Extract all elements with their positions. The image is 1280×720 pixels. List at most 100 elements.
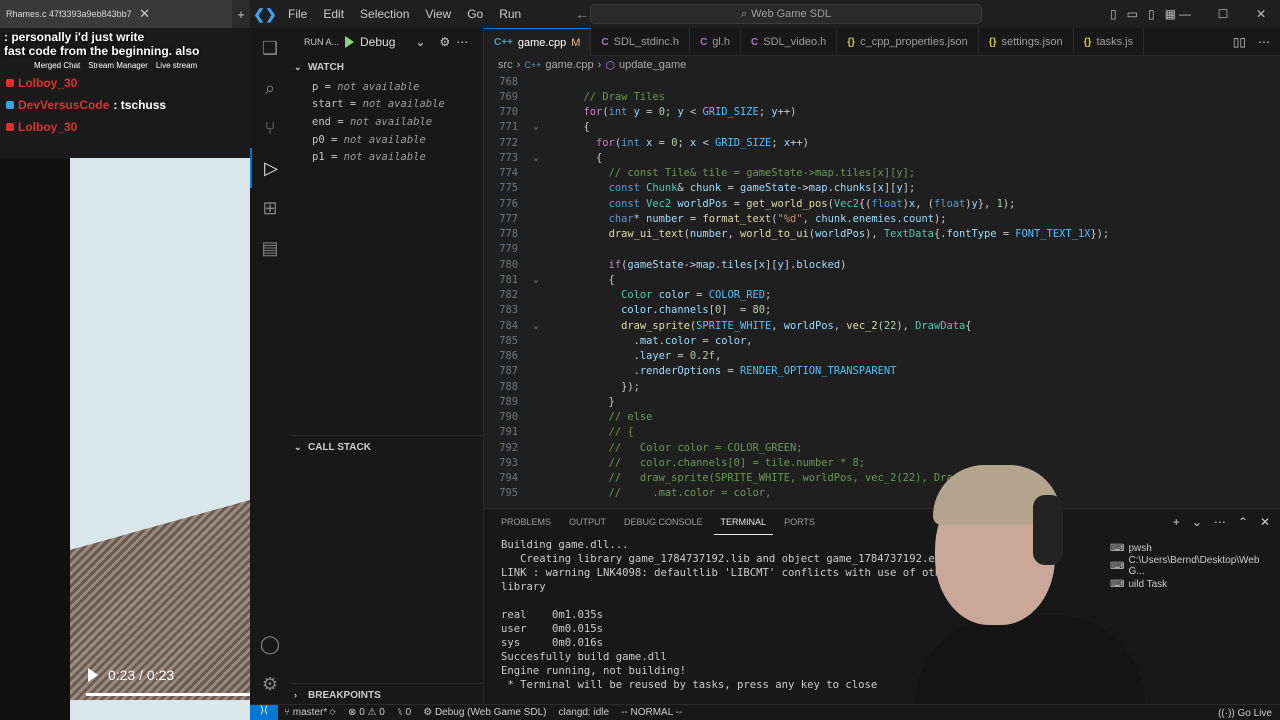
merged-chat-link[interactable]: Merged Chat <box>34 61 80 70</box>
toggle-sidebar-icon[interactable]: ▯ <box>1110 7 1117 21</box>
code-line[interactable]: 780 if(gameState->map.tiles[x][y].blocke… <box>484 257 1280 272</box>
fold-chevron-icon[interactable]: ⌄ <box>526 321 546 331</box>
code-line[interactable]: 776 const Vec2 worldPos = get_world_pos(… <box>484 196 1280 211</box>
golive-button[interactable]: ((·)) Go Live <box>1218 708 1272 719</box>
git-branch[interactable]: ⑂ master* ⟳ <box>278 707 342 718</box>
breadcrumb-file[interactable]: game.cpp <box>545 59 593 71</box>
breadcrumb-symbol[interactable]: update_game <box>619 59 686 71</box>
code-line[interactable]: 773 ⌄ { <box>484 150 1280 165</box>
breadcrumb-folder[interactable]: src <box>498 59 513 71</box>
close-window-icon[interactable]: ✕ <box>1242 7 1280 21</box>
code-line[interactable]: 772 for(int x = 0; x < GRID_SIZE; x++) <box>484 135 1280 150</box>
menu-selection[interactable]: Selection <box>352 7 417 21</box>
code-line[interactable]: 789 } <box>484 394 1280 409</box>
panel-tab[interactable]: PROBLEMS <box>494 509 558 535</box>
minimize-icon[interactable]: — <box>1166 7 1204 21</box>
start-debugging-icon[interactable] <box>345 36 355 48</box>
code-line[interactable]: 774 // const Tile& tile = gameState->map… <box>484 166 1280 181</box>
toggle-panel-icon[interactable]: ▭ <box>1127 7 1138 21</box>
editor-tab[interactable]: {} tasks.js <box>1074 28 1145 56</box>
watch-item[interactable]: p1 = not available <box>290 148 483 166</box>
code-line[interactable]: 787 .renderOptions = RENDER_OPTION_TRANS… <box>484 364 1280 379</box>
code-line[interactable]: 771 ⌄ { <box>484 120 1280 135</box>
editor-tab[interactable]: C SDL_stdinc.h <box>591 28 691 56</box>
editor-tab[interactable]: C SDL_video.h <box>741 28 838 56</box>
extensions-icon[interactable]: ⊞ <box>250 188 290 228</box>
close-panel-icon[interactable]: ✕ <box>1260 515 1270 529</box>
account-icon[interactable]: ◯ <box>250 624 290 664</box>
more-icon[interactable]: ⋯ <box>1214 515 1226 529</box>
more-icon[interactable]: ⋯ <box>456 35 468 49</box>
debug-status[interactable]: ⚙ Debug (Web Game SDL) <box>417 707 552 718</box>
breakpoints-section-header[interactable]: › BREAKPOINTS <box>290 684 484 706</box>
code-line[interactable]: 769 // Draw Tiles <box>484 89 1280 104</box>
callstack-section-header[interactable]: ⌄ CALL STACK <box>290 436 484 458</box>
watch-item[interactable]: end = not available <box>290 113 483 131</box>
menu-file[interactable]: File <box>280 7 315 21</box>
code-editor[interactable]: 768 769 // Draw Tiles 770 for(int y = 0; y… <box>484 74 1280 508</box>
clangd-status[interactable]: clangd: idle <box>552 707 615 718</box>
menu-edit[interactable]: Edit <box>315 7 352 21</box>
code-line[interactable]: 795 // .mat.color = color, <box>484 486 1280 501</box>
chevron-down-icon[interactable]: ⌄ <box>1192 515 1202 529</box>
code-line[interactable]: 792 // Color color = COLOR_GREEN; <box>484 440 1280 455</box>
code-line[interactable]: 785 .mat.color = color, <box>484 333 1280 348</box>
stream-manager-link[interactable]: Stream Manager <box>88 61 148 70</box>
fold-chevron-icon[interactable]: ⌄ <box>526 122 546 132</box>
code-line[interactable]: 782 Color color = COLOR_RED; <box>484 288 1280 303</box>
play-icon[interactable] <box>88 668 98 682</box>
explorer-icon[interactable]: ❏ <box>250 28 290 68</box>
code-line[interactable]: 788 }); <box>484 379 1280 394</box>
code-line[interactable]: 791 // { <box>484 425 1280 440</box>
command-center-search[interactable]: ⌕ Web Game SDL <box>590 4 982 24</box>
panel-tab[interactable]: PORTS <box>777 509 822 535</box>
debug-config-select[interactable]: Debug ⌄ <box>360 35 425 49</box>
browser-tab[interactable]: Rhames.c 47f3393a9eb843bb7 ✕ <box>0 0 232 28</box>
run-debug-icon[interactable]: ▷ <box>250 148 290 188</box>
code-line[interactable]: 786 .layer = 0.2f, <box>484 349 1280 364</box>
panel-tab[interactable]: OUTPUT <box>562 509 613 535</box>
code-line[interactable]: 779 <box>484 242 1280 257</box>
watch-item[interactable]: start = not available <box>290 96 483 114</box>
fold-chevron-icon[interactable]: ⌄ <box>526 153 546 163</box>
new-terminal-icon[interactable]: + <box>1173 515 1180 529</box>
watch-section-header[interactable]: ⌄ WATCH <box>290 56 483 78</box>
problems-count[interactable]: ⊗ 0 ⚠ 0 <box>342 707 391 718</box>
ports-count[interactable]: ⑊ 0 <box>391 707 417 718</box>
panel-tab[interactable]: TERMINAL <box>713 509 774 535</box>
editor-tab[interactable]: {} c_cpp_properties.json <box>837 28 979 56</box>
gear-icon[interactable]: ⚙ <box>250 664 290 704</box>
code-line[interactable]: 793 // color.channels[0] = tile.number *… <box>484 455 1280 470</box>
remote-icon[interactable]: ⟩⟨ <box>250 704 278 720</box>
search-icon[interactable]: ⌕ <box>250 68 290 108</box>
close-icon[interactable]: ✕ <box>136 6 154 22</box>
source-control-icon[interactable]: ⑂ <box>250 108 290 148</box>
toggle-secondary-sidebar-icon[interactable]: ▯ <box>1148 7 1155 21</box>
code-line[interactable]: 777 char* number = format_text("%d", chu… <box>484 211 1280 226</box>
maximize-panel-icon[interactable]: ⌃ <box>1238 515 1248 529</box>
editor-tab[interactable]: Cgl.h <box>690 28 742 56</box>
code-line[interactable]: 783 color.channels[0] = 80; <box>484 303 1280 318</box>
code-line[interactable]: 768 <box>484 74 1280 89</box>
code-line[interactable]: 784 ⌄ draw_sprite(SPRITE_WHITE, worldPos,… <box>484 318 1280 333</box>
code-line[interactable]: 781 ⌄ { <box>484 272 1280 287</box>
watch-item[interactable]: p0 = not available <box>290 131 483 149</box>
new-tab-icon[interactable]: + <box>232 7 250 22</box>
menu-go[interactable]: Go <box>459 7 491 21</box>
maximize-icon[interactable]: ☐ <box>1204 7 1242 21</box>
fold-chevron-icon[interactable]: ⌄ <box>526 275 546 285</box>
editor-tab[interactable]: C++ game.cpp M <box>484 28 592 56</box>
code-line[interactable]: 794 // draw_sprite(SPRITE_WHITE, worldPo… <box>484 471 1280 486</box>
menu-view[interactable]: View <box>417 7 459 21</box>
code-line[interactable]: 790 // else <box>484 410 1280 425</box>
code-line[interactable]: 778 draw_ui_text(number, world_to_ui(wor… <box>484 227 1280 242</box>
video-progress-bar[interactable] <box>86 693 250 696</box>
menu-run[interactable]: Run <box>491 7 529 21</box>
editor-tab[interactable]: {} settings.json <box>979 28 1074 56</box>
split-editor-icon[interactable]: ▯▯ <box>1233 35 1246 49</box>
panel-tab[interactable]: DEBUG CONSOLE <box>617 509 710 535</box>
code-line[interactable]: 770 for(int y = 0; y < GRID_SIZE; y++) <box>484 105 1280 120</box>
live-stream-link[interactable]: Live stream <box>156 61 197 70</box>
watch-item[interactable]: p = not available <box>290 78 483 96</box>
remote-explorer-icon[interactable]: ▤ <box>250 228 290 268</box>
